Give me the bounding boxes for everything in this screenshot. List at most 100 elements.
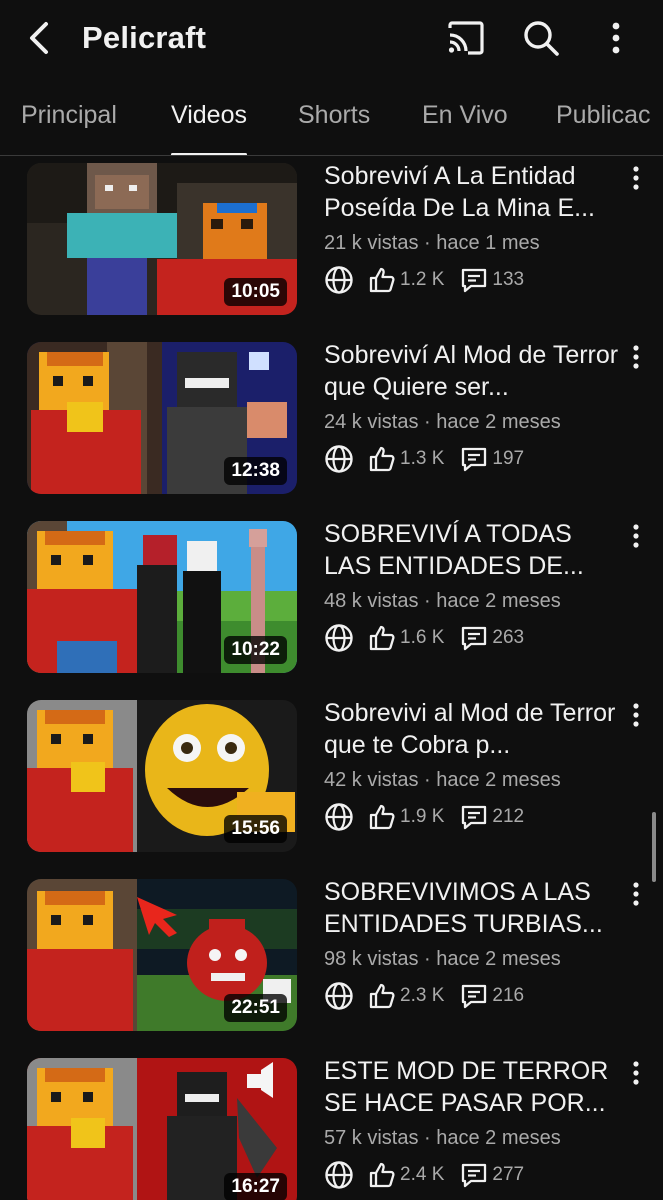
like-count: 1.6 K [400, 627, 445, 648]
more-vertical-icon [633, 703, 639, 727]
comment-count: 216 [492, 985, 525, 1006]
video-thumbnail[interactable]: 12:38 [27, 342, 297, 494]
comment-count: 277 [492, 1164, 525, 1185]
video-duration: 10:05 [224, 278, 287, 306]
video-meta: 21 k vistas · hace 1 mes [324, 232, 540, 254]
video-thumbnail[interactable]: 16:27 [27, 1058, 297, 1200]
video-menu-button[interactable] [622, 164, 650, 192]
tab-label: En Vivo [422, 101, 508, 129]
comment-icon[interactable] [460, 624, 488, 652]
video-meta: 57 k vistas · hace 2 meses [324, 1127, 561, 1149]
video-duration: 10:22 [224, 636, 287, 664]
globe-icon [324, 265, 354, 295]
video-stats: 1.6 K 263 [324, 622, 524, 654]
top-app-bar: Pelicraft [0, 0, 663, 78]
video-meta: 42 k vistas · hace 2 meses [324, 769, 561, 791]
tab-publicaciones[interactable]: Publicac [556, 86, 651, 155]
back-button[interactable] [20, 18, 60, 58]
video-item[interactable]: 15:56 Sobrevivi al Mod de Terror que te … [0, 697, 663, 857]
more-vertical-icon [612, 22, 620, 54]
more-vertical-icon [633, 166, 639, 190]
like-count: 2.4 K [400, 1164, 445, 1185]
tab-videos[interactable]: Videos [171, 86, 247, 155]
video-menu-button[interactable] [622, 343, 650, 371]
channel-tabs: Principal Videos Shorts En Vivo Publicac [0, 86, 663, 156]
video-meta: 98 k vistas · hace 2 meses [324, 948, 561, 970]
video-duration: 15:56 [224, 815, 287, 843]
globe-icon [324, 1160, 354, 1190]
video-title[interactable]: Sobreviví A La Entidad Poseída De La Min… [324, 160, 624, 224]
video-stats: 1.9 K 212 [324, 801, 524, 833]
video-item[interactable]: 10:22 SOBREVIVÍ A TODAS LAS ENTIDADES DE… [0, 518, 663, 678]
video-title[interactable]: ESTE MOD DE TERROR SE HACE PASAR POR... [324, 1055, 624, 1119]
video-menu-button[interactable] [622, 701, 650, 729]
tab-label: Shorts [298, 101, 371, 129]
video-stats: 2.3 K 216 [324, 980, 524, 1012]
like-icon[interactable] [368, 624, 396, 652]
more-vertical-icon [633, 1061, 639, 1085]
video-meta: 48 k vistas · hace 2 meses [324, 590, 561, 612]
like-icon[interactable] [368, 803, 396, 831]
comment-icon[interactable] [460, 982, 488, 1010]
back-arrow-icon [30, 22, 48, 54]
search-icon [524, 21, 559, 56]
more-vertical-icon [633, 524, 639, 548]
video-title[interactable]: SOBREVIVIMOS A LAS ENTIDADES TURBIAS... [324, 876, 624, 940]
like-count: 1.3 K [400, 448, 445, 469]
video-item[interactable]: 12:38 Sobreviví Al Mod de Terror que Qui… [0, 339, 663, 499]
video-duration: 12:38 [224, 457, 287, 485]
search-button[interactable] [519, 16, 563, 60]
video-stats: 2.4 K 277 [324, 1159, 524, 1191]
tab-shorts[interactable]: Shorts [298, 86, 371, 155]
video-list: 10:05 Sobreviví A La Entidad Poseída De … [0, 160, 663, 1200]
tab-en-vivo[interactable]: En Vivo [422, 86, 508, 155]
video-duration: 16:27 [224, 1173, 287, 1200]
comment-icon[interactable] [460, 445, 488, 473]
video-title[interactable]: SOBREVIVÍ A TODAS LAS ENTIDADES DE... [324, 518, 624, 582]
cast-button[interactable] [444, 16, 488, 60]
video-meta: 24 k vistas · hace 2 meses [324, 411, 561, 433]
like-icon[interactable] [368, 982, 396, 1010]
video-stats: 1.2 K 133 [324, 264, 524, 296]
video-menu-button[interactable] [622, 522, 650, 550]
comment-icon[interactable] [460, 266, 488, 294]
active-tab-indicator [171, 153, 247, 155]
like-count: 1.9 K [400, 806, 445, 827]
video-menu-button[interactable] [622, 880, 650, 908]
globe-icon [324, 981, 354, 1011]
more-vertical-icon [633, 882, 639, 906]
comment-count: 212 [492, 806, 525, 827]
globe-icon [324, 802, 354, 832]
channel-page: Pelicraft Principal Videos Shorts En Viv… [0, 0, 663, 1200]
like-icon[interactable] [368, 445, 396, 473]
more-options-button[interactable] [594, 16, 638, 60]
video-thumbnail[interactable]: 10:05 [27, 163, 297, 315]
video-item[interactable]: 16:27 ESTE MOD DE TERROR SE HACE PASAR P… [0, 1055, 663, 1200]
like-icon[interactable] [368, 266, 396, 294]
video-title[interactable]: Sobreviví Al Mod de Terror que Quiere se… [324, 339, 624, 403]
tab-label: Publicac [556, 101, 651, 129]
globe-icon [324, 444, 354, 474]
video-item[interactable]: 10:05 Sobreviví A La Entidad Poseída De … [0, 160, 663, 320]
video-title[interactable]: Sobrevivi al Mod de Terror que te Cobra … [324, 697, 624, 761]
video-item[interactable]: 22:51 SOBREVIVIMOS A LAS ENTIDADES TURBI… [0, 876, 663, 1036]
scrollbar[interactable] [652, 812, 656, 882]
like-count: 2.3 K [400, 985, 445, 1006]
video-thumbnail[interactable]: 15:56 [27, 700, 297, 852]
channel-title: Pelicraft [82, 20, 207, 55]
tab-label: Principal [21, 101, 117, 129]
cast-icon [448, 21, 484, 55]
comment-icon[interactable] [460, 803, 488, 831]
like-count: 1.2 K [400, 269, 445, 290]
comment-count: 133 [492, 269, 525, 290]
video-stats: 1.3 K 197 [324, 443, 524, 475]
globe-icon [324, 623, 354, 653]
comment-icon[interactable] [460, 1161, 488, 1189]
like-icon[interactable] [368, 1161, 396, 1189]
video-thumbnail[interactable]: 22:51 [27, 879, 297, 1031]
tab-principal[interactable]: Principal [21, 86, 117, 155]
tab-label: Videos [171, 101, 247, 129]
video-duration: 22:51 [224, 994, 287, 1022]
video-thumbnail[interactable]: 10:22 [27, 521, 297, 673]
video-menu-button[interactable] [622, 1059, 650, 1087]
